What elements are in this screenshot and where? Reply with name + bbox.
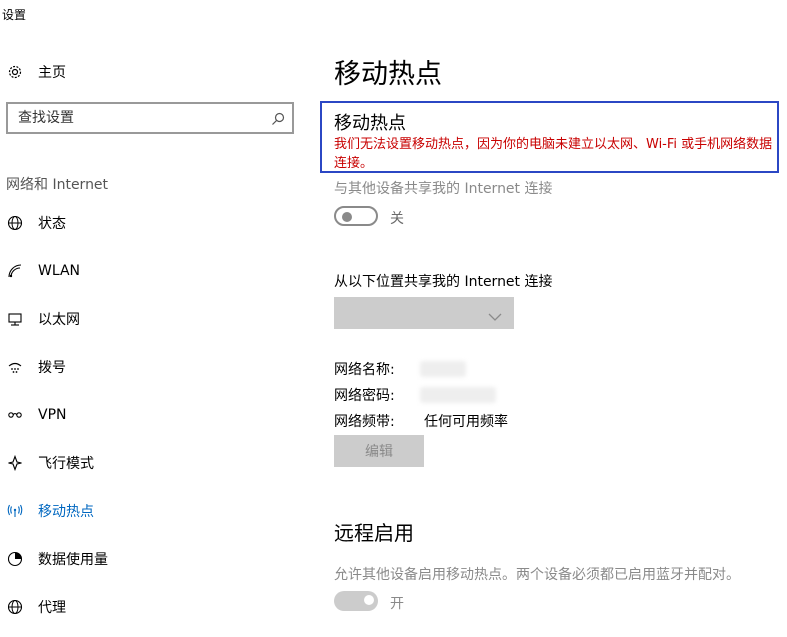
globe-icon — [6, 214, 24, 232]
sidebar-item-label: 数据使用量 — [38, 552, 108, 568]
network-password-redacted — [420, 387, 496, 403]
vpn-icon — [6, 406, 24, 424]
remote-toggle-state: 开 — [390, 596, 404, 612]
network-band-label: 网络频带: — [334, 414, 395, 430]
section-label: 网络和 Internet — [6, 177, 109, 193]
sidebar-item-dialup[interactable]: 拨号 — [0, 349, 300, 385]
search-box[interactable] — [6, 102, 294, 134]
sidebar-item-proxy[interactable]: 代理 — [0, 589, 300, 625]
sidebar-item-airplane-mode[interactable]: 飞行模式 — [0, 445, 300, 481]
search-icon[interactable] — [270, 111, 286, 127]
sidebar-item-label: 飞行模式 — [38, 456, 94, 472]
sidebar-item-ethernet[interactable]: 以太网 — [0, 301, 300, 337]
page-title: 移动热点 — [334, 59, 442, 90]
network-password-label: 网络密码: — [334, 388, 395, 404]
sidebar-home-label: 主页 — [38, 65, 66, 81]
sidebar-item-label: 移动热点 — [38, 504, 94, 520]
data-usage-icon — [6, 550, 24, 568]
remote-enable-title: 远程启用 — [334, 521, 414, 545]
chevron-down-icon — [488, 307, 502, 321]
sidebar-item-wlan[interactable]: WLAN — [0, 253, 300, 289]
sidebar: 主页 网络和 Internet 状态 WLAN 以太网 拨号 — [0, 0, 310, 637]
remote-enable-toggle[interactable] — [334, 591, 378, 611]
remote-enable-description: 允许其他设备启用移动热点。两个设备必须都已启用蓝牙并配对。 — [334, 567, 740, 583]
sidebar-home[interactable]: 主页 — [6, 60, 66, 84]
network-name-label: 网络名称: — [334, 362, 395, 378]
gear-icon — [6, 63, 24, 81]
network-password-row: 网络密码: — [334, 385, 424, 405]
share-toggle-state: 关 — [390, 211, 404, 227]
sidebar-item-mobile-hotspot[interactable]: 移动热点 — [0, 493, 300, 529]
share-from-dropdown[interactable] — [334, 297, 514, 329]
toggle-knob — [364, 595, 374, 605]
sidebar-item-status[interactable]: 状态 — [0, 205, 300, 241]
toggle-knob — [342, 212, 352, 222]
sidebar-item-label: 状态 — [38, 216, 66, 232]
dialup-icon — [6, 358, 24, 376]
sidebar-item-label: VPN — [38, 407, 67, 423]
network-name-row: 网络名称: — [334, 359, 424, 379]
section-title: 移动热点 — [334, 113, 406, 134]
ethernet-icon — [6, 310, 24, 328]
hotspot-icon — [6, 502, 24, 520]
network-name-redacted — [420, 361, 466, 377]
sidebar-item-data-usage[interactable]: 数据使用量 — [0, 541, 300, 577]
search-input[interactable] — [18, 109, 258, 127]
sidebar-item-label: 以太网 — [38, 312, 80, 328]
airplane-icon — [6, 454, 24, 472]
sidebar-item-label: WLAN — [38, 263, 81, 279]
wifi-icon — [6, 262, 24, 280]
globe-icon — [6, 598, 24, 616]
sidebar-item-label: 拨号 — [38, 360, 66, 376]
network-band-value: 任何可用频率 — [424, 414, 508, 430]
network-band-row: 网络频带: 任何可用频率 — [334, 411, 508, 431]
sidebar-item-vpn[interactable]: VPN — [0, 397, 300, 433]
share-from-label: 从以下位置共享我的 Internet 连接 — [334, 274, 553, 290]
error-message: 我们无法设置移动热点，因为你的电脑未建立以太网、Wi-Fi 或手机网络数据连接。 — [334, 137, 773, 171]
edit-button[interactable]: 编辑 — [334, 435, 424, 467]
share-internet-label: 与其他设备共享我的 Internet 连接 — [334, 181, 553, 197]
share-internet-toggle[interactable] — [334, 206, 378, 226]
sidebar-item-label: 代理 — [38, 600, 66, 616]
error-highlight-box: 移动热点 我们无法设置移动热点，因为你的电脑未建立以太网、Wi-Fi 或手机网络… — [320, 101, 779, 173]
